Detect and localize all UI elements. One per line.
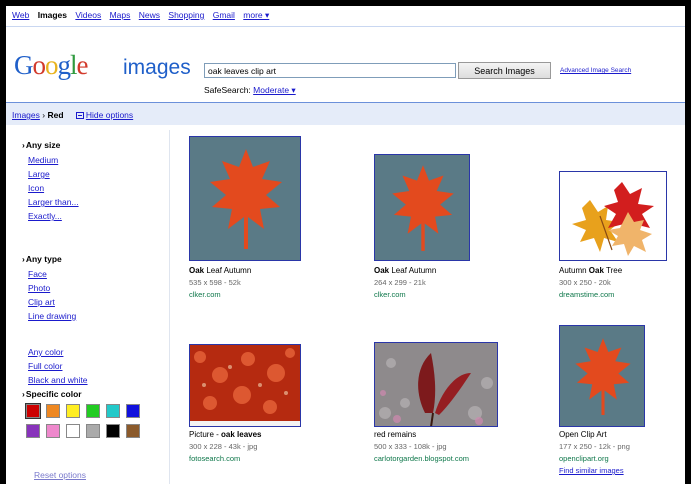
result-caption-1: Oak Leaf Autumn xyxy=(189,266,252,275)
nav-maps[interactable]: Maps xyxy=(110,10,131,20)
nav-shopping[interactable]: Shopping xyxy=(168,10,204,20)
color-black-white[interactable]: Black and white xyxy=(28,375,88,385)
logo-images-label: images xyxy=(123,56,191,79)
advanced-image-search-link[interactable]: Advanced Image Search xyxy=(560,67,631,74)
red-foliage-photo xyxy=(190,345,300,426)
result-meta-6: 177 x 250 - 12k - png xyxy=(559,442,630,451)
oak-leaf-icon xyxy=(210,149,282,249)
sidebar-divider xyxy=(169,130,170,484)
reset-options-link[interactable]: Reset options xyxy=(34,470,86,480)
find-similar-images-link[interactable]: Find similar images xyxy=(559,466,624,475)
nav-more[interactable]: more ▾ xyxy=(243,10,269,20)
collapse-icon[interactable] xyxy=(75,112,84,119)
result-meta-3: 300 x 250 - 20k xyxy=(559,278,611,287)
result-source-1[interactable]: clker.com xyxy=(189,290,221,299)
breadcrumb-separator: › xyxy=(42,110,46,120)
search-options-sidebar: Any size Medium Large Icon Larger than..… xyxy=(6,130,166,484)
red-leaf-photo xyxy=(375,343,497,426)
color-swatch[interactable] xyxy=(26,424,40,438)
type-photo[interactable]: Photo xyxy=(28,283,50,293)
color-swatch[interactable] xyxy=(106,404,120,418)
nav-images[interactable]: Images xyxy=(38,10,67,20)
type-clip-art[interactable]: Clip art xyxy=(28,297,55,307)
oak-leaf-icon xyxy=(392,165,454,251)
browser-page: Web Images Videos Maps News Shopping Gma… xyxy=(6,6,685,484)
result-caption-2: Oak Leaf Autumn xyxy=(374,266,437,275)
google-logo[interactable]: Google xyxy=(14,50,88,81)
color-swatch[interactable] xyxy=(126,424,140,438)
result-meta-2: 264 x 299 - 21k xyxy=(374,278,426,287)
color-any[interactable]: Any color xyxy=(28,347,63,357)
result-caption-3: Autumn Oak Tree xyxy=(559,266,623,275)
result-source-2[interactable]: clker.com xyxy=(374,290,406,299)
result-caption-5: red remains xyxy=(374,430,417,439)
result-thumbnail-2[interactable] xyxy=(374,154,470,261)
size-larger-than[interactable]: Larger than... xyxy=(28,197,79,207)
type-face[interactable]: Face xyxy=(28,269,47,279)
top-navigation: Web Images Videos Maps News Shopping Gma… xyxy=(12,10,275,21)
nav-news[interactable]: News xyxy=(139,10,160,20)
result-caption-4: Picture - oak leaves xyxy=(189,430,262,439)
nav-web[interactable]: Web xyxy=(12,10,29,20)
search-input[interactable] xyxy=(204,63,456,78)
color-swatch[interactable] xyxy=(66,404,80,418)
color-swatch[interactable] xyxy=(86,424,100,438)
result-caption-6: Open Clip Art xyxy=(559,430,607,439)
specific-color-title: Specific color xyxy=(22,389,82,399)
type-group-title: Any type xyxy=(22,254,62,264)
result-source-6[interactable]: openclipart.org xyxy=(559,454,609,463)
safesearch-dropdown[interactable]: Moderate ▾ xyxy=(253,85,296,95)
color-swatch[interactable] xyxy=(86,404,100,418)
color-swatch[interactable] xyxy=(46,424,60,438)
nav-gmail[interactable]: Gmail xyxy=(213,10,235,20)
size-exactly[interactable]: Exactly... xyxy=(28,211,62,221)
color-swatch[interactable] xyxy=(25,403,41,419)
result-source-5[interactable]: carlotorgarden.blogspot.com xyxy=(374,454,469,463)
color-swatch[interactable] xyxy=(126,404,140,418)
result-meta-5: 500 x 333 - 108k - jpg xyxy=(374,442,447,451)
color-full[interactable]: Full color xyxy=(28,361,62,371)
search-images-button[interactable]: Search Images xyxy=(458,62,551,79)
color-swatch[interactable] xyxy=(46,404,60,418)
result-thumbnail-3[interactable] xyxy=(559,171,667,261)
oak-leaf-icon xyxy=(575,338,631,416)
safesearch-label: SafeSearch: xyxy=(204,85,251,95)
type-line-drawing[interactable]: Line drawing xyxy=(28,311,76,321)
result-thumbnail-4[interactable] xyxy=(189,344,301,427)
color-swatch[interactable] xyxy=(106,424,120,438)
top-divider xyxy=(6,26,685,27)
result-thumbnail-6[interactable] xyxy=(559,325,645,427)
breadcrumb: Images › Red Hide options xyxy=(12,110,133,120)
size-group-title: Any size xyxy=(22,140,61,150)
result-source-3[interactable]: dreamstime.com xyxy=(559,290,614,299)
safesearch: SafeSearch: Moderate ▾ xyxy=(204,85,296,96)
result-thumbnail-5[interactable] xyxy=(374,342,498,427)
breadcrumb-current: Red xyxy=(47,110,64,120)
nav-videos[interactable]: Videos xyxy=(75,10,101,20)
size-large[interactable]: Large xyxy=(28,169,50,179)
result-meta-4: 300 x 228 - 43k - jpg xyxy=(189,442,258,451)
hide-options-link[interactable]: Hide options xyxy=(86,110,133,120)
size-medium[interactable]: Medium xyxy=(28,155,58,165)
result-thumbnail-1[interactable] xyxy=(189,136,301,261)
size-icon[interactable]: Icon xyxy=(28,183,44,193)
result-source-4[interactable]: fotosearch.com xyxy=(189,454,240,463)
result-meta-1: 535 x 598 - 52k xyxy=(189,278,241,287)
autumn-leaves-icon xyxy=(572,182,654,256)
color-swatches xyxy=(25,403,156,444)
breadcrumb-images[interactable]: Images xyxy=(12,110,40,120)
color-swatch[interactable] xyxy=(66,424,80,438)
